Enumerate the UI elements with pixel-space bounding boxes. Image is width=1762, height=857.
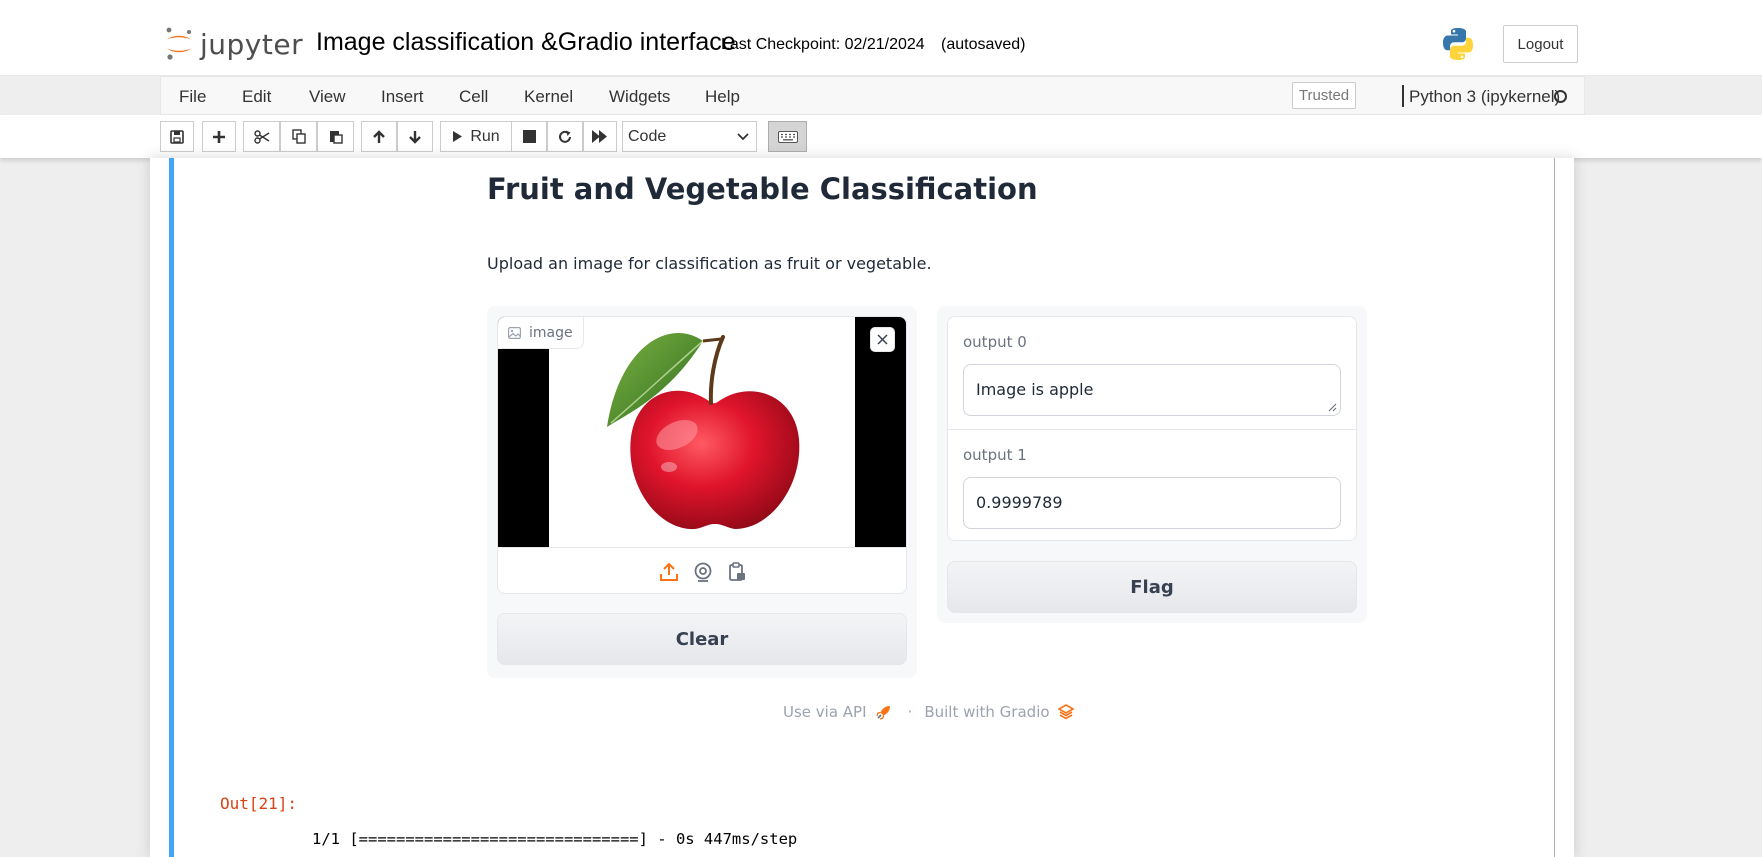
outputs-panel: output 0 Image is apple output 1 0.99997… <box>947 316 1357 541</box>
gradio-title: Fruit and Vegetable Classification <box>487 172 1038 206</box>
notebook-toolbar: Run Code <box>0 115 1762 158</box>
menu-file[interactable]: File <box>179 87 206 107</box>
close-icon <box>877 334 888 345</box>
resize-handle-icon[interactable] <box>1328 403 1337 412</box>
kernel-status-icon <box>1554 90 1567 103</box>
use-via-api-link[interactable]: Use via API <box>783 703 867 721</box>
menu-view[interactable]: View <box>309 87 346 107</box>
menubar: File Edit View Insert Cell Kernel Widget… <box>160 76 1585 115</box>
menu-help[interactable]: Help <box>705 87 740 107</box>
jupyter-logo-text: jupyter <box>200 27 304 61</box>
output-column: output 0 Image is apple output 1 0.99997… <box>937 306 1367 623</box>
arrow-down-icon <box>409 130 421 144</box>
python-logo-icon <box>1443 28 1473 60</box>
checkpoint-status: Last Checkpoint: 02/21/2024 <box>721 36 925 53</box>
cut-button[interactable] <box>243 121 280 152</box>
image-label-text: image <box>529 324 573 341</box>
rocket-icon <box>875 706 890 720</box>
menu-cell[interactable]: Cell <box>459 87 488 107</box>
chevron-down-icon <box>737 133 749 141</box>
move-down-button[interactable] <box>397 121 433 152</box>
restart-button[interactable] <box>547 121 583 152</box>
flag-button[interactable]: Flag <box>947 561 1357 613</box>
run-button[interactable]: Run <box>440 121 512 152</box>
gradio-description: Upload an image for classification as fr… <box>487 254 932 273</box>
paste-icon <box>329 131 343 144</box>
output-0-value: Image is apple <box>976 380 1094 399</box>
cell-type-value: Code <box>628 128 667 145</box>
clear-image-button[interactable] <box>870 327 895 352</box>
selected-cell-indicator <box>169 158 174 857</box>
clipboard-icon[interactable] <box>727 561 747 582</box>
footer-separator: · <box>907 703 913 721</box>
kernel-name[interactable]: Python 3 (ipykernel) <box>1409 87 1560 107</box>
output-prompt: Out[21]: <box>220 794 298 813</box>
menu-widgets[interactable]: Widgets <box>609 87 670 107</box>
output-1-label: output 1 <box>963 446 1027 464</box>
menu-insert[interactable]: Insert <box>381 87 424 107</box>
move-up-button[interactable] <box>361 121 397 152</box>
autosave-status: (autosaved) <box>941 36 1026 53</box>
command-palette-button[interactable] <box>768 121 807 152</box>
output-0-label: output 0 <box>963 333 1027 351</box>
restart-icon <box>559 130 571 143</box>
image-source-selector <box>498 547 906 593</box>
run-icon <box>453 131 463 142</box>
cut-icon <box>253 129 269 144</box>
notebook-header: jupyter Image classification &Gradio int… <box>0 0 1762 76</box>
arrow-up-icon <box>373 129 385 143</box>
image-input[interactable]: image <box>497 316 907 594</box>
run-label: Run <box>470 127 500 145</box>
cell-border <box>1554 158 1555 857</box>
input-column: image Clear <box>487 306 917 678</box>
stop-icon <box>522 130 536 143</box>
webcam-icon[interactable] <box>693 562 713 582</box>
output-1: output 1 0.9999789 <box>948 430 1356 542</box>
menu-kernel[interactable]: Kernel <box>524 87 573 107</box>
trusted-indicator[interactable]: Trusted <box>1292 82 1356 109</box>
output-stream: 1/1 [==============================] - 0… <box>312 830 798 848</box>
keyboard-icon <box>777 130 798 143</box>
apple-illustration <box>607 332 800 530</box>
paste-button[interactable] <box>317 121 354 152</box>
notebook-container: Fruit and Vegetable Classification Uploa… <box>150 158 1574 857</box>
jupyter-logo[interactable]: jupyter <box>164 26 303 62</box>
cell-type-select[interactable]: Code <box>622 121 757 152</box>
plus-icon <box>213 130 225 143</box>
upload-icon[interactable] <box>659 562 679 582</box>
image-preview[interactable] <box>498 317 906 547</box>
save-icon <box>170 129 184 144</box>
built-with-gradio-link[interactable]: Built with Gradio <box>924 703 1049 721</box>
output-0-textbox[interactable]: Image is apple <box>963 364 1341 416</box>
clear-button[interactable]: Clear <box>497 613 907 665</box>
image-label: image <box>498 317 584 349</box>
insert-cell-button[interactable] <box>202 121 236 152</box>
jupyter-logo-icon <box>166 27 191 60</box>
interrupt-button[interactable] <box>511 121 547 152</box>
image-icon <box>508 326 521 339</box>
output-1-textbox[interactable]: 0.9999789 <box>963 477 1341 529</box>
logout-button[interactable]: Logout <box>1503 25 1578 63</box>
output-0: output 0 Image is apple <box>948 317 1356 429</box>
restart-run-all-button[interactable] <box>583 121 617 152</box>
save-button[interactable] <box>160 121 194 152</box>
copy-icon <box>291 129 306 144</box>
apple-image <box>549 317 855 547</box>
output-1-value: 0.9999789 <box>976 493 1063 512</box>
fast-forward-icon <box>592 130 607 143</box>
kernel-separator <box>1402 85 1404 107</box>
notebook-title[interactable]: Image classification &Gradio interface <box>316 28 736 57</box>
menu-edit[interactable]: Edit <box>242 87 271 107</box>
gradio-logo-icon <box>1057 704 1074 720</box>
gradio-footer: Use via API · Built with Gradio <box>783 700 1074 724</box>
copy-button[interactable] <box>280 121 317 152</box>
